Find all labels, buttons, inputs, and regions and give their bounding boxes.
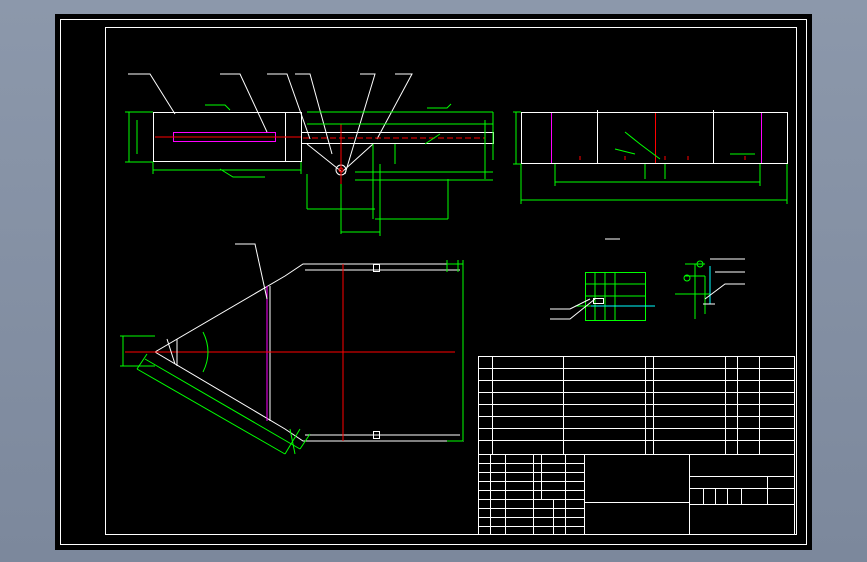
- plan-view: [120, 243, 464, 455]
- front-view: [125, 73, 413, 178]
- cad-drawing: [60, 19, 807, 545]
- detail-view-a: [550, 238, 655, 321]
- right-view-dimensions: [513, 111, 788, 204]
- cad-viewport[interactable]: [55, 14, 812, 550]
- inner-sheet-border: [105, 27, 797, 535]
- right-side-view: [513, 110, 788, 204]
- plan-view-dimensions: [120, 260, 464, 455]
- side-view-dimensions: [306, 103, 494, 236]
- left-grid-rows: [478, 463, 585, 527]
- title-block: [478, 356, 795, 535]
- right-view-body: [521, 112, 788, 164]
- revision-table-rows: [478, 368, 795, 441]
- side-view: [301, 103, 494, 236]
- bottom-right-cells: [703, 476, 768, 504]
- right-view-bolt-marks: [579, 156, 746, 160]
- detail-view-b: [675, 258, 745, 319]
